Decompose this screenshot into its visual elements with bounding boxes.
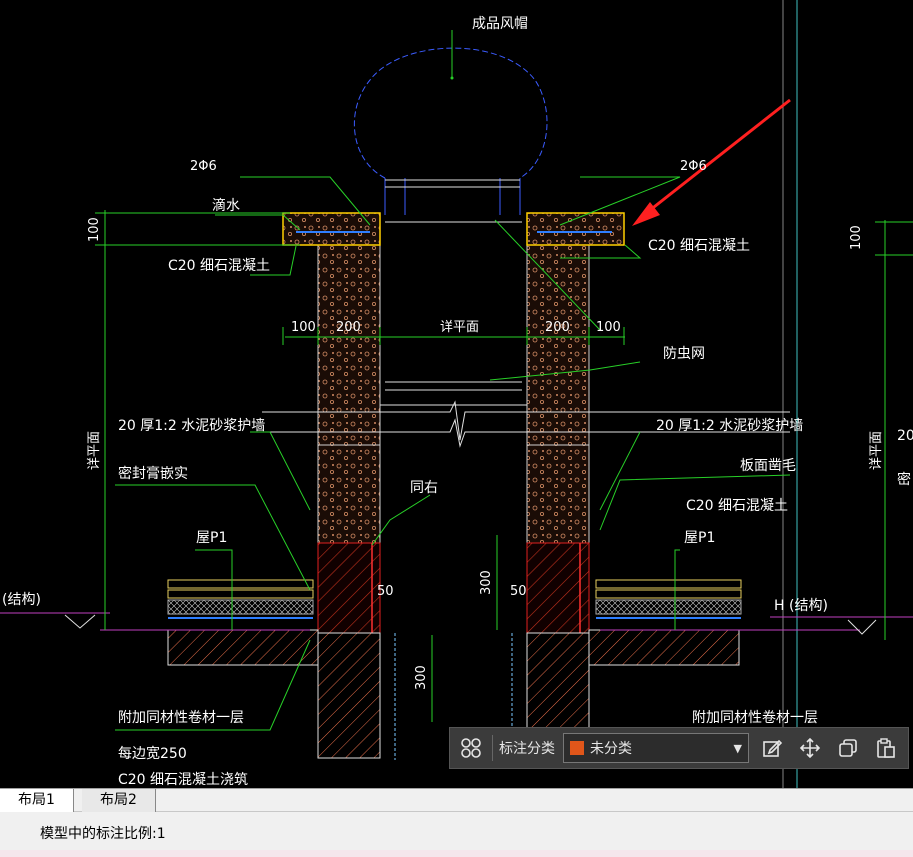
- dim-50-right: 50: [510, 584, 527, 599]
- copy-icon[interactable]: [833, 733, 863, 763]
- label-drip: 滴水: [212, 197, 240, 214]
- dim-200-left: 200: [336, 320, 361, 335]
- dim-50-left: 50: [377, 584, 394, 599]
- dim-100-left: 100: [291, 320, 316, 335]
- label-same-right: 同右: [410, 480, 438, 496]
- label-board-rough: 板面凿毛: [740, 458, 796, 474]
- status-bar: 模型中的标注比例:1: [0, 812, 913, 850]
- edit-icon[interactable]: [757, 733, 787, 763]
- label-cap: 成品风帽: [472, 16, 528, 32]
- dim-100-vertical-right: 100: [849, 225, 864, 250]
- label-plaster-left: 20 厚1:2 水泥砂浆护墙: [118, 418, 265, 434]
- category-select[interactable]: 未分类 ▼: [563, 733, 749, 763]
- bottom-strip: [0, 850, 913, 857]
- label-vertical-left: 详平面: [87, 431, 102, 470]
- dim-300-a: 300: [479, 570, 494, 595]
- label-c20-left: C20 细石混凝土: [168, 258, 270, 274]
- label-edge-mi: 密: [897, 471, 911, 488]
- tab-layout-2[interactable]: 布局2: [82, 789, 156, 812]
- category-color-swatch: [570, 741, 584, 755]
- label-plaster-right: 20 厚1:2 水泥砂浆护墙: [656, 418, 803, 434]
- annotation-toolbar: 标注分类 未分类 ▼: [449, 727, 909, 769]
- label-extra-layer-right: 附加同材性卷材一层: [692, 710, 818, 726]
- paste-icon[interactable]: [871, 733, 901, 763]
- label-insect-net: 防虫网: [663, 346, 705, 362]
- dim-100-right: 100: [596, 320, 621, 335]
- dim-300-b: 300: [414, 665, 429, 690]
- label-vertical-right: 详平面: [869, 431, 884, 470]
- category-value: 未分类: [590, 741, 632, 757]
- label-sealant: 密封膏嵌实: [118, 465, 188, 482]
- move-icon[interactable]: [795, 733, 825, 763]
- toolbar-divider: [492, 735, 493, 761]
- tab-layout-1[interactable]: 布局1: [0, 789, 74, 812]
- drawing-canvas[interactable]: 成品风帽 2Φ6 2Φ6 滴水 C20 细石混凝土 C20 细石混凝土 100 …: [0, 0, 913, 788]
- label-c20-pour: C20 细石混凝土浇筑: [118, 772, 248, 788]
- chevron-down-icon: ▼: [733, 741, 742, 755]
- label-c20-right2: C20 细石混凝土: [686, 498, 788, 514]
- label-struct-left: (结构): [2, 592, 41, 608]
- status-text: 模型中的标注比例:1: [40, 826, 166, 842]
- grid-icon[interactable]: [456, 733, 486, 763]
- label-flat: 详平面: [440, 320, 479, 335]
- label-roof-p1-left: 屋P1: [196, 530, 227, 546]
- label-edge-20: 20: [897, 428, 913, 444]
- label-rebar-right: 2Φ6: [680, 159, 707, 174]
- category-label: 标注分类: [499, 741, 555, 757]
- label-c20-right: C20 细石混凝土: [648, 238, 750, 254]
- dim-100-vertical: 100: [87, 217, 102, 242]
- layout-tabs: 布局1 布局2: [0, 788, 913, 812]
- label-each-width: 每边宽250: [118, 745, 187, 762]
- label-extra-layer: 附加同材性卷材一层: [118, 710, 244, 726]
- label-roof-p1-right: 屋P1: [684, 530, 715, 546]
- dim-200-right: 200: [545, 320, 570, 335]
- label-rebar-left: 2Φ6: [190, 159, 217, 174]
- label-struct-right: H (结构): [774, 598, 828, 614]
